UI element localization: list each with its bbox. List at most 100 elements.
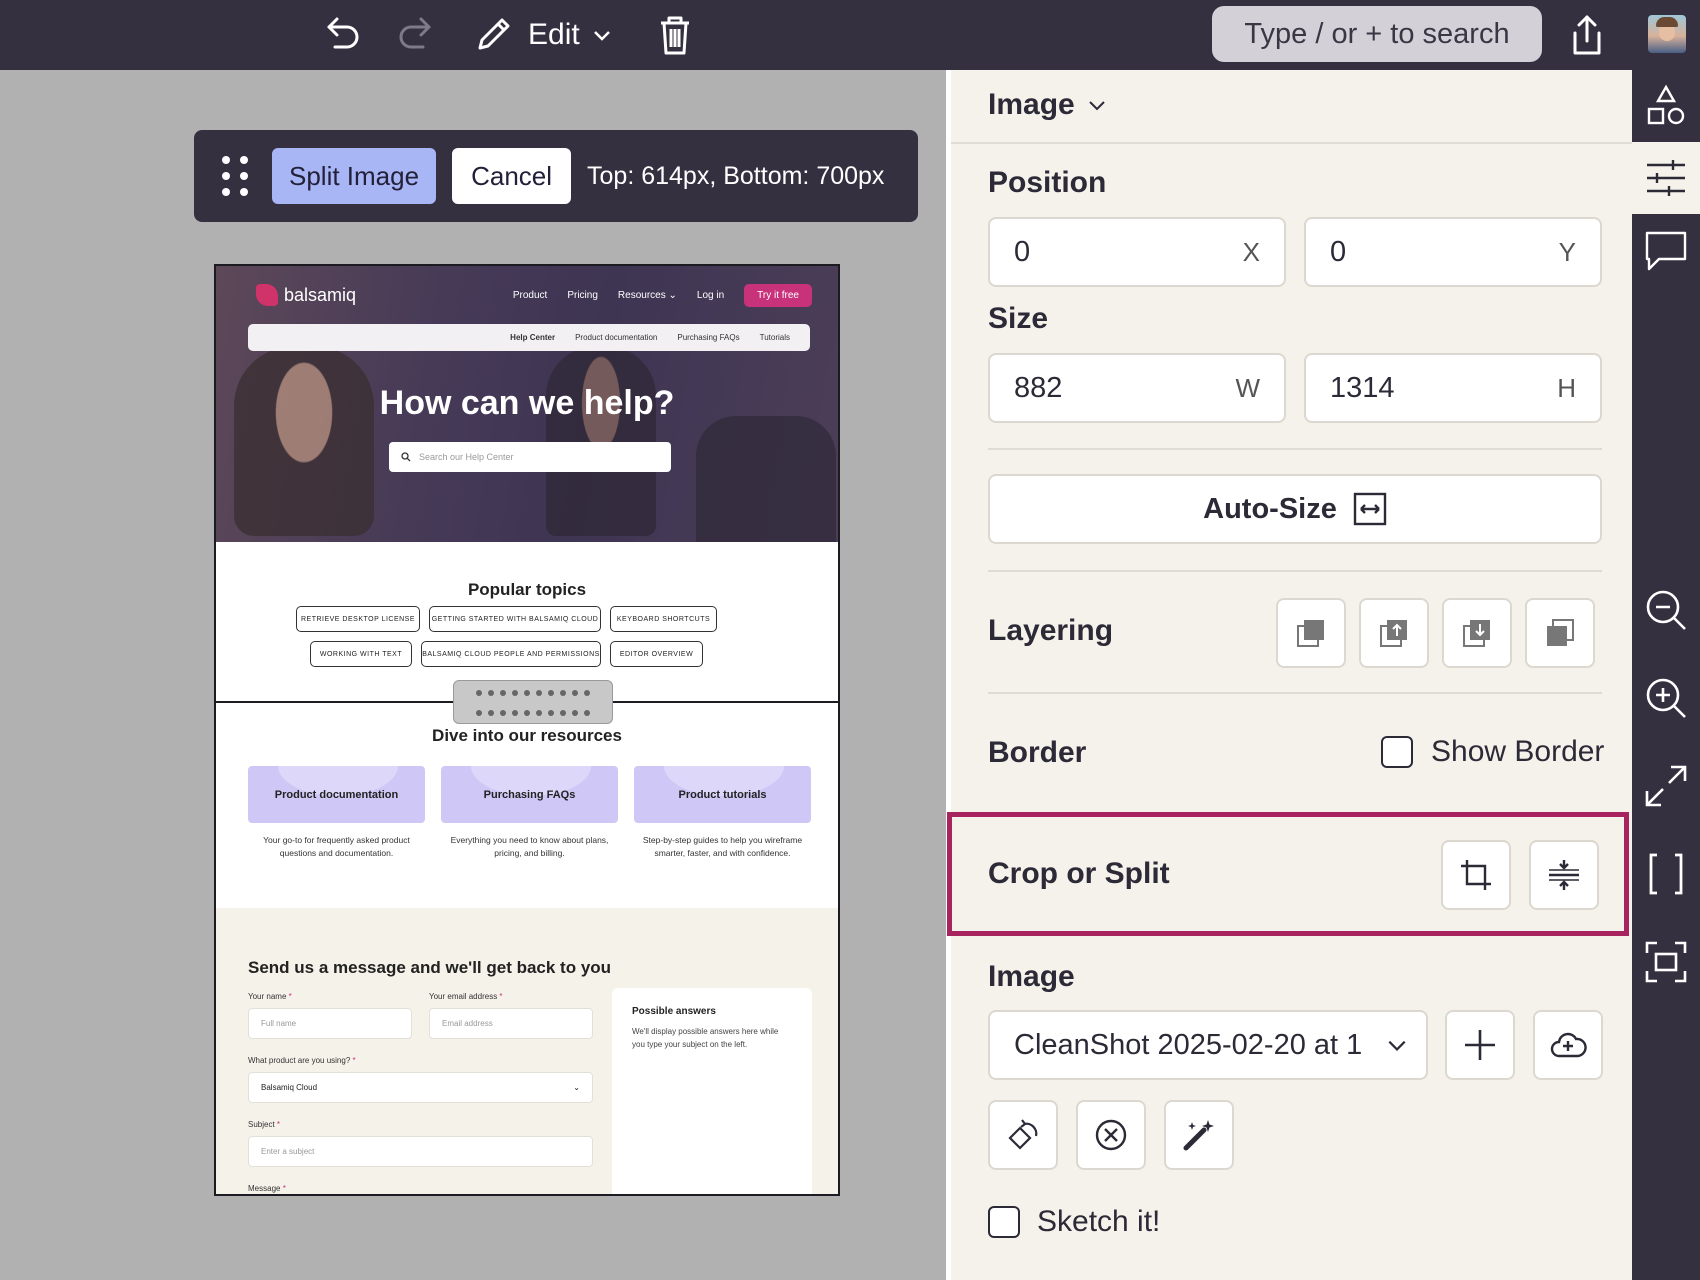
split-button[interactable] bbox=[1529, 840, 1599, 910]
position-x-input[interactable]: 0X bbox=[988, 217, 1286, 287]
divider bbox=[951, 142, 1632, 144]
edit-label: Edit bbox=[528, 18, 580, 51]
bring-to-front-icon bbox=[1297, 620, 1324, 647]
zoom-out-icon[interactable] bbox=[1641, 585, 1691, 635]
brackets-icon[interactable] bbox=[1641, 849, 1691, 899]
subnav-tutorials: Tutorials bbox=[759, 333, 790, 342]
send-backward-button[interactable] bbox=[1442, 598, 1512, 668]
size-label: Size bbox=[988, 302, 1049, 335]
resource-card: Purchasing FAQs bbox=[441, 766, 618, 823]
split-image-button[interactable]: Split Image bbox=[272, 148, 437, 204]
subnav-product-docs: Product documentation bbox=[575, 333, 658, 342]
possible-answers-text: We'll display possible answers here whil… bbox=[632, 1027, 779, 1049]
undo-icon[interactable] bbox=[318, 10, 368, 60]
remove-image-button[interactable] bbox=[1076, 1100, 1146, 1170]
topic-pill: WORKING WITH TEXT bbox=[310, 641, 412, 667]
crop-button[interactable] bbox=[1441, 840, 1511, 910]
trash-icon[interactable] bbox=[650, 10, 700, 60]
position-label: Position bbox=[988, 166, 1107, 199]
property-panel: Image Position 0X 0Y Size 882 W 1314 H Aut… bbox=[946, 70, 1632, 1280]
panel-title-dropdown[interactable]: Image bbox=[988, 88, 1107, 122]
divider bbox=[988, 448, 1602, 450]
topic-pill: GETTING STARTED WITH BALSAMIQ CLOUD bbox=[429, 606, 601, 632]
rotate-image-button[interactable] bbox=[988, 1100, 1058, 1170]
possible-answers-box: Possible answers We'll display possible … bbox=[612, 988, 812, 1194]
help-subnav: Help Center Product documentation Purcha… bbox=[248, 324, 810, 351]
plus-icon bbox=[1465, 1030, 1495, 1060]
help-search: Search our Help Center bbox=[389, 442, 671, 472]
frame-icon[interactable] bbox=[1641, 937, 1691, 987]
search-icon bbox=[401, 452, 411, 462]
split-icon bbox=[1549, 860, 1579, 890]
subnav-purchasing: Purchasing FAQs bbox=[677, 333, 740, 342]
chevron-down-icon: ⌄ bbox=[573, 1083, 580, 1092]
sliders-icon[interactable] bbox=[1641, 153, 1691, 203]
crop-split-label: Crop or Split bbox=[988, 857, 1170, 890]
hero-banner: balsamiq Product Pricing Resources ⌄ Log… bbox=[216, 266, 838, 542]
crop-icon bbox=[1461, 860, 1491, 890]
auto-size-button[interactable]: Auto-Size bbox=[988, 474, 1602, 544]
avatar[interactable] bbox=[1648, 15, 1686, 53]
search-input[interactable]: Type / or + to search bbox=[1212, 6, 1542, 62]
layering-label: Layering bbox=[988, 614, 1114, 647]
position-y-input[interactable]: 0Y bbox=[1304, 217, 1602, 287]
image-file-select[interactable]: CleanShot 2025-02-20 at 1 bbox=[988, 1010, 1428, 1080]
shapes-icon[interactable] bbox=[1641, 81, 1691, 131]
subnav-help-center: Help Center bbox=[510, 333, 556, 342]
resource-card: Product documentation bbox=[248, 766, 425, 823]
product-select: Balsamiq Cloud ⌄ bbox=[248, 1072, 593, 1103]
email-field: Email address bbox=[429, 1008, 593, 1039]
send-to-back-button[interactable] bbox=[1525, 598, 1595, 668]
product-label: What product are you using? * bbox=[248, 1056, 356, 1065]
cancel-button[interactable]: Cancel bbox=[452, 148, 572, 204]
right-rail bbox=[1632, 70, 1700, 1280]
subject-label: Subject * bbox=[248, 1120, 281, 1129]
zoom-in-icon[interactable] bbox=[1641, 673, 1691, 723]
split-position-info: Top: 614px, Bottom: 700px bbox=[587, 161, 885, 190]
size-height-input[interactable]: 1314 H bbox=[1304, 353, 1602, 423]
split-handle[interactable] bbox=[453, 680, 613, 724]
fit-screen-icon[interactable] bbox=[1641, 761, 1691, 811]
rotate-icon bbox=[1008, 1119, 1038, 1150]
resource-card-desc: Everything you need to know about plans,… bbox=[450, 835, 609, 858]
chevron-down-icon bbox=[1089, 101, 1105, 111]
split-toolbar: Split Image Cancel Top: 614px, Bottom: 7… bbox=[194, 130, 918, 222]
bring-to-front-button[interactable] bbox=[1276, 598, 1346, 668]
sketch-it-checkbox[interactable] bbox=[988, 1206, 1020, 1238]
comment-icon[interactable] bbox=[1641, 225, 1691, 275]
send-backward-icon bbox=[1463, 620, 1490, 647]
show-border-label: Show Border bbox=[1431, 735, 1605, 768]
cloud-plus-icon bbox=[1550, 1032, 1587, 1058]
hero-title: How can we help? bbox=[379, 384, 675, 422]
nav-product: Product bbox=[512, 290, 548, 301]
contact-form-title: Send us a message and we'll get back to … bbox=[248, 958, 612, 977]
resource-card-desc: Your go-to for frequently asked product … bbox=[263, 835, 410, 858]
resource-card: Product tutorials bbox=[634, 766, 811, 823]
selected-image[interactable]: balsamiq Product Pricing Resources ⌄ Log… bbox=[214, 264, 840, 1196]
share-icon[interactable] bbox=[1562, 10, 1612, 60]
canvas[interactable]: Split Image Cancel Top: 614px, Bottom: 7… bbox=[0, 70, 946, 1280]
size-width-input[interactable]: 882 W bbox=[988, 353, 1286, 423]
popular-topics-title: Popular topics bbox=[467, 580, 587, 599]
name-field: Full name bbox=[248, 1008, 412, 1039]
pencil-icon bbox=[478, 18, 510, 50]
show-border-checkbox[interactable] bbox=[1381, 736, 1413, 768]
redo-icon[interactable] bbox=[390, 10, 440, 60]
magic-wand-icon bbox=[1183, 1120, 1214, 1151]
divider bbox=[988, 570, 1602, 572]
add-image-button[interactable] bbox=[1445, 1010, 1515, 1080]
bring-forward-button[interactable] bbox=[1359, 598, 1429, 668]
name-label: Your name * bbox=[248, 992, 292, 1001]
possible-answers-title: Possible answers bbox=[632, 1006, 716, 1017]
chevron-down-icon bbox=[1388, 1040, 1406, 1051]
contact-form-section: Send us a message and we'll get back to … bbox=[216, 908, 838, 1194]
edit-menu[interactable]: Edit bbox=[470, 10, 612, 60]
try-free-button: Try it free bbox=[744, 284, 812, 307]
drag-handle-icon[interactable] bbox=[222, 156, 248, 196]
email-label: Your email address * bbox=[429, 992, 503, 1001]
auto-size-icon bbox=[1353, 492, 1387, 526]
magic-image-button[interactable] bbox=[1164, 1100, 1234, 1170]
balsamiq-logo: balsamiq bbox=[256, 284, 356, 306]
bring-forward-icon bbox=[1380, 620, 1407, 647]
upload-image-button[interactable] bbox=[1533, 1010, 1603, 1080]
